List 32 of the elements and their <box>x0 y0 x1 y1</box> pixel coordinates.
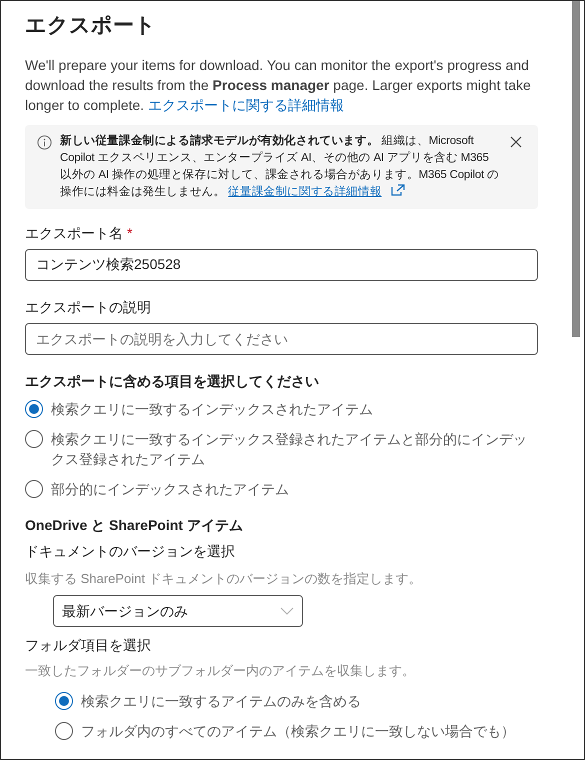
chevron-down-icon <box>280 607 294 615</box>
radio-label: 部分的にインデックスされたアイテム <box>51 480 289 499</box>
intro-text: We'll prepare your items for download. You can monitor the export's progress and download the results from the Process manager page. Larger exports might take longer to complete. エクスポートに関する詳細情報 <box>25 56 532 115</box>
radio-button[interactable] <box>55 722 73 740</box>
hint-text: 一致したフォルダーのサブフォルダー内のアイテムを収集します。 <box>25 662 416 680</box>
input-field[interactable]: エクスポートの説明を入力してください <box>25 323 538 355</box>
radio-label: フォルダ内のすべてのアイテム（検索クエリに一致しない場合でも） <box>81 722 515 741</box>
billing-info-link[interactable]: 従量課金制に関する詳細情報 <box>228 186 382 198</box>
version-dropdown[interactable]: 最新バージョンのみ <box>53 595 303 627</box>
field-label: エクスポート名 <box>25 224 123 243</box>
radio-label: 検索クエリに一致するインデックスされたアイテム <box>51 400 373 419</box>
external-link-icon <box>390 184 405 196</box>
radio-button[interactable] <box>55 692 73 710</box>
radio-button[interactable] <box>25 480 43 498</box>
section-heading: エクスポートに含める項目を選択してください <box>25 372 320 391</box>
field-label: エクスポートの説明 <box>25 298 152 317</box>
required-mark: * <box>127 224 132 243</box>
radio-button[interactable] <box>25 400 43 418</box>
info-icon <box>37 135 52 150</box>
notice-text: 新しい従量課金制による請求モデルが有効化されています。 組織は、Microsoft Copilot エクスペリエンス、エンタープライズ AI、その他の AI アプリを含む M365 以外の AI 操作の処理と保存に対して、課金される場合があります。M365 Copilot の操作には料金は発生しません。 従量課金制に関する詳細情報 <box>60 133 500 200</box>
section-heading: OneDrive と SharePoint アイテム <box>25 516 244 535</box>
field-label: フォルダ項目を選択 <box>25 636 152 655</box>
learn-more-link[interactable]: エクスポートに関する詳細情報 <box>148 97 344 113</box>
page-title: エクスポート <box>25 13 157 39</box>
field-label: ドキュメントのバージョンを選択 <box>25 542 236 561</box>
radio-label: 検索クエリに一致するインデックス登録されたアイテムと部分的にインデックス登録されたアイテム <box>51 430 528 469</box>
radio-button[interactable] <box>25 430 43 448</box>
scrollbar[interactable] <box>572 1 580 337</box>
close-icon[interactable] <box>510 136 522 148</box>
radio-label: 検索クエリに一致するアイテムのみを含める <box>81 692 361 711</box>
input-field[interactable]: コンテンツ検索250528 <box>25 249 538 281</box>
hint-text: 収集する SharePoint ドキュメントのバージョンの数を指定します。 <box>25 570 423 588</box>
